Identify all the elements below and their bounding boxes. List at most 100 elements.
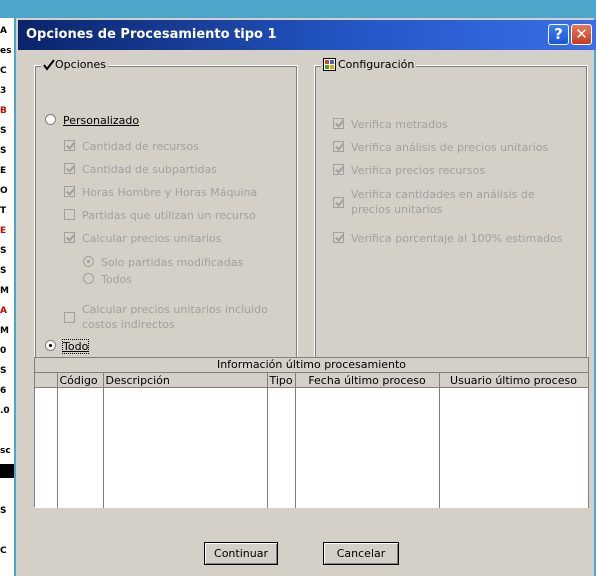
checkbox-label: Verifica cantidades en análisis de preci… [351,187,535,217]
checkbox-label: Verifica porcentaje al 100% estimados [351,232,563,245]
dialog-title: Opciones de Procesamiento tipo 1 [26,27,277,42]
table-cell[interactable] [295,387,440,508]
checkbox-label: Calcular precios unitarios incluido cost… [82,302,268,332]
checkbox-calcular-precios[interactable]: Calcular precios unitarios [64,232,222,245]
checkbox-box[interactable] [333,118,344,129]
checkbox-label: Verifica análisis de precios unitarios [351,141,549,154]
checkbox-label: Cantidad de recursos [82,140,199,153]
checkbox-verifica-metrados[interactable]: Verifica metrados [333,118,448,131]
checkbox-verifica-analisis[interactable]: Verifica análisis de precios unitarios [333,141,548,154]
radio-todo-circle[interactable] [45,340,56,351]
background-strip-row [0,424,14,438]
background-strip-row: C [0,546,7,556]
radio-solo-partidas-circle[interactable] [83,256,94,267]
checkbox-partidas-recurso[interactable]: Partidas que utilizan un recurso [64,209,256,222]
column-header-descripcion[interactable]: Descripción [103,373,268,388]
checkbox-label: Verifica metrados [351,118,448,131]
radio-solo-partidas[interactable]: Solo partidas modificadas [83,256,243,269]
continuar-button-label: Continuar [214,547,268,560]
table-header-row: Código Descripción Tipo Fecha último pro… [35,373,589,388]
column-header-usuario[interactable]: Usuario último proceso [439,373,589,388]
opciones-group: Opciones Personalizado Cantidad de recur… [34,58,298,365]
radio-todos[interactable]: Todos [83,273,132,286]
checkbox-label: Partidas que utilizan un recurso [82,209,256,222]
background-strip-row: .0 [0,406,10,416]
title-bar[interactable]: Opciones de Procesamiento tipo 1 ? ✕ [18,20,596,50]
background-strip-row: A [0,26,7,36]
checkbox-costos-indirectos[interactable]: Calcular precios unitarios incluido cost… [64,302,268,332]
checkbox-box[interactable] [64,209,75,220]
table-cell[interactable] [103,387,268,508]
background-strip-row: S [0,266,7,276]
background-strip-row: 3 [0,86,7,96]
checkbox-box[interactable] [333,232,344,243]
checkbox-horas-hombre[interactable]: Horas Hombre y Horas Máquina [64,186,257,199]
radio-personalizado-circle[interactable] [45,114,56,125]
info-panel: Información último procesamiento Código … [34,357,589,508]
background-strip-row: O [0,186,8,196]
table-cell[interactable] [439,387,589,508]
table-row [35,387,589,508]
cantidades-line-2: precios unitarios [351,203,443,216]
checkbox-verifica-porcentaje[interactable]: Verifica porcentaje al 100% estimados [333,232,562,245]
background-strip-row: A [0,306,7,316]
column-header-selector[interactable] [35,373,58,388]
checkbox-box[interactable] [64,186,75,197]
background-strip-row: M [0,326,9,336]
checkbox-box[interactable] [333,141,344,152]
radio-personalizado[interactable]: Personalizado [45,114,139,127]
background-strip-row [0,464,14,478]
checkbox-box[interactable] [333,164,344,175]
table-cell[interactable] [57,387,104,508]
cantidades-line-1: Verifica cantidades en análisis de [351,188,535,201]
column-header-fecha[interactable]: Fecha último proceso [295,373,440,388]
background-strip-row: C [0,66,7,76]
background-strip-row: S [0,246,7,256]
background-strip-row: sc [0,446,11,456]
checkbox-label: Cantidad de subpartidas [82,163,217,176]
config-grid-icon [323,58,336,71]
background-strip-row: S [0,126,7,136]
column-header-codigo[interactable]: Código [57,373,104,388]
checkbox-cantidad-subpartidas[interactable]: Cantidad de subpartidas [64,163,217,176]
checkbox-box[interactable] [64,140,75,151]
radio-personalizado-label: Personalizado [63,114,140,127]
radio-todo[interactable]: Todo [45,339,90,354]
checkbox-label: Verifica precios recursos [351,164,486,177]
background-strip-row [0,524,14,538]
close-button[interactable]: ✕ [571,24,592,45]
help-button[interactable]: ? [548,24,569,45]
table-cell[interactable] [35,387,58,508]
checkbox-label: Calcular precios unitarios [82,232,222,245]
background-strip-row: S [0,506,7,516]
checkbox-verifica-cantidades[interactable]: Verifica cantidades en análisis de preci… [333,187,535,217]
background-strip-row: es [0,46,12,56]
column-header-tipo[interactable]: Tipo [267,373,296,388]
opciones-legend: Opciones [41,58,108,71]
checkmark-icon [43,58,55,71]
checkbox-label: Horas Hombre y Horas Máquina [82,186,258,199]
checkbox-box[interactable] [333,196,344,208]
background-strip-row: M [0,286,9,296]
continuar-button[interactable]: Continuar [204,542,278,565]
background-strip-row: T [0,206,7,216]
checkbox-cantidad-recursos[interactable]: Cantidad de recursos [64,140,199,153]
background-strip-row: 6 [0,386,7,396]
background-strip-row: S [0,366,7,376]
table-cell[interactable] [267,387,296,508]
cancelar-button[interactable]: Cancelar [323,542,399,565]
opciones-legend-label: Opciones [55,58,106,71]
processing-options-dialog: Opciones de Procesamiento tipo 1 ? ✕ Opc… [16,18,596,576]
cancelar-button-label: Cancelar [336,547,386,560]
radio-todo-label: Todo [61,339,90,354]
configuracion-group: Configuración Verifica metrados Verifica… [314,58,588,365]
radio-todos-circle[interactable] [83,273,94,284]
background-strip-row: S [0,146,7,156]
checkbox-box[interactable] [64,163,75,174]
checkbox-box[interactable] [64,311,75,323]
checkbox-verifica-precios-recursos[interactable]: Verifica precios recursos [333,164,485,177]
checkbox-box[interactable] [64,232,75,243]
background-strip-row: B [0,106,7,116]
info-table[interactable]: Código Descripción Tipo Fecha último pro… [35,373,589,508]
background-strip-row: E [0,166,7,176]
